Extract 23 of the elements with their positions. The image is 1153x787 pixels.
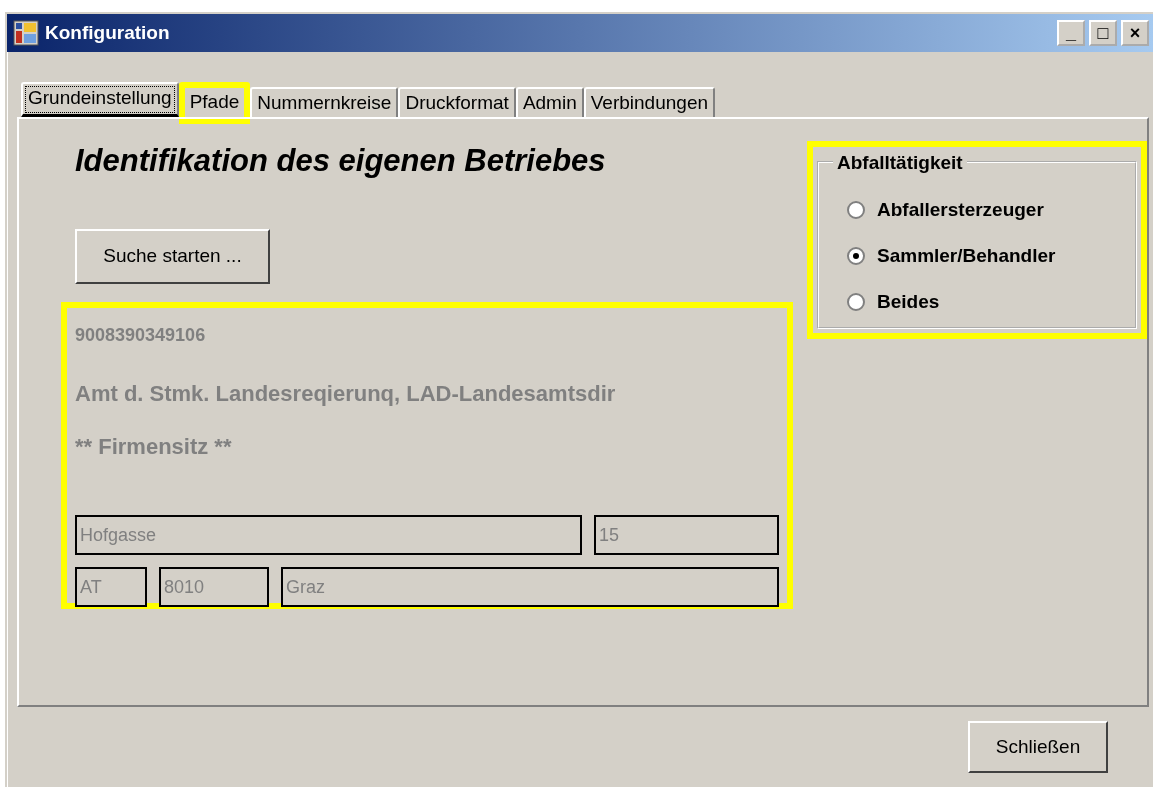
tab[interactable]: Admin — [515, 87, 584, 117]
window-title: Konfiguration — [45, 20, 170, 45]
company-id: 9008390349106 — [75, 324, 207, 347]
radio-button[interactable] — [847, 201, 865, 219]
radio-button[interactable] — [847, 247, 865, 265]
tab[interactable]: Druckformat — [398, 87, 516, 117]
radio-label[interactable]: Beides — [877, 287, 940, 317]
radio-label[interactable]: Sammler/Behandler — [877, 241, 1056, 271]
tab[interactable]: Grundeinstellung — [21, 82, 179, 117]
app-icon — [13, 20, 39, 46]
maximize-button[interactable]: □ — [1089, 20, 1117, 46]
search-button[interactable]: Suche starten ... — [75, 229, 270, 284]
minimize-button[interactable]: _ — [1057, 20, 1085, 46]
tab[interactable]: Verbindungen — [583, 87, 715, 117]
radio-button[interactable] — [847, 293, 865, 311]
close-window-button[interactable]: × — [1121, 20, 1149, 46]
company-name: Amt d. Stmk. Landesreqierunq, LAD-Landesamtsdir — [75, 380, 617, 408]
close-button[interactable]: Schließen — [968, 721, 1108, 773]
company-location: ** Firmensitz ** — [75, 433, 233, 461]
radio-label[interactable]: Abfallersterzeuger — [877, 195, 1044, 225]
section-heading: Identifikation des eigenen Betriebes — [75, 143, 607, 179]
tab[interactable]: Nummernkreise — [250, 87, 399, 117]
tab[interactable]: Pfade — [178, 82, 251, 124]
